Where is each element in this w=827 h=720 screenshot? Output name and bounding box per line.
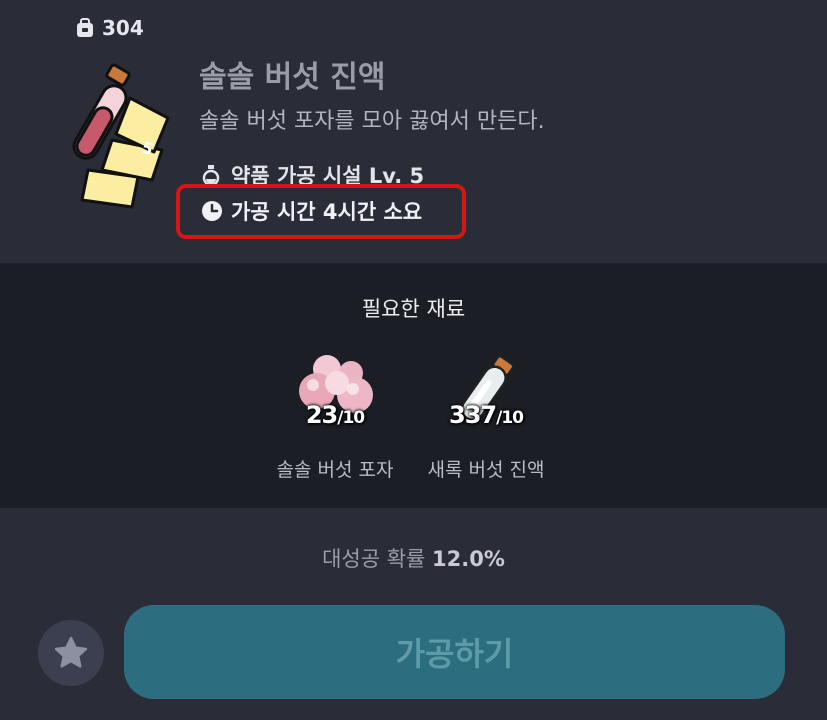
recipe-header: 304 5 솔솔 버섯 진액 솔솔 버섯 포자를 모아 끓여서 만든다. 약품 … [0, 0, 827, 263]
materials-panel: 필요한 재료 23/10 솔솔 버섯 포자 337/10 새록 버섯 진액 [0, 263, 827, 508]
material-count: 23/10 [305, 401, 365, 429]
craft-button[interactable]: 가공하기 [124, 605, 785, 699]
materials-title: 필요한 재료 [361, 297, 466, 321]
material-count: 337/10 [449, 401, 524, 429]
bag-icon [77, 18, 93, 37]
crafting-time: 가공 시간 4시간 소요 [201, 196, 422, 226]
inventory-count: 304 [74, 16, 144, 40]
material-name: 새록 버섯 진액 [427, 459, 545, 481]
material-name: 솔솔 버섯 포자 [276, 459, 394, 481]
clock-icon [202, 201, 222, 221]
potion-bundle-icon: 5 [72, 63, 170, 209]
item-description: 솔솔 버섯 포자를 모아 끓여서 만든다. [199, 109, 545, 134]
item-title: 솔솔 버섯 진액 [199, 60, 386, 95]
action-panel: 대성공 확률 12.0% 가공하기 [0, 508, 827, 720]
star-icon [54, 636, 88, 668]
great-success-chance: 대성공 확률 12.0% [322, 547, 505, 571]
favorite-button[interactable] [38, 620, 104, 686]
crafting-time-label: 가공 시간 4시간 소요 [231, 200, 423, 224]
inventory-count-value: 304 [102, 16, 144, 40]
flask-icon [202, 165, 220, 186]
